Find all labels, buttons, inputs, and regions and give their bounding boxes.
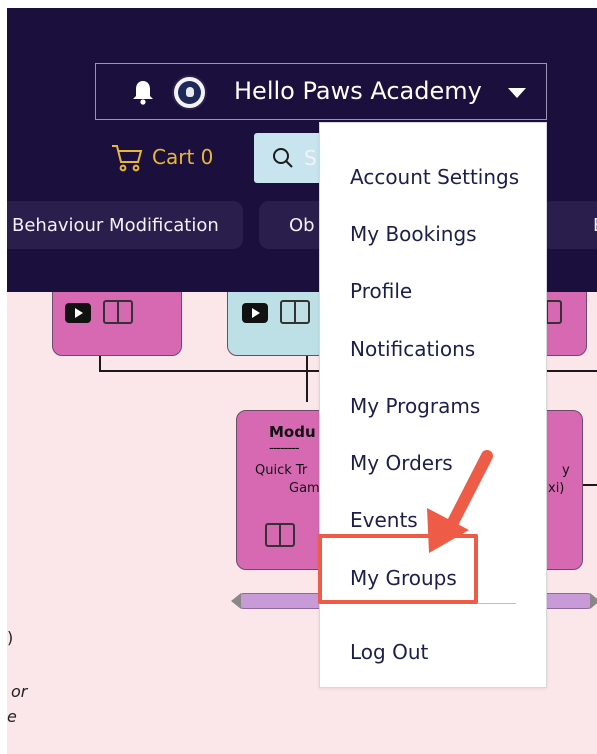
menu-item-log-out[interactable]: Log Out	[350, 640, 428, 664]
module-title: Modu	[269, 423, 316, 441]
search-placeholder: S	[304, 146, 317, 170]
pointer-arrow-icon	[427, 450, 493, 553]
module-text: Quick Tr	[255, 463, 308, 478]
menu-item-profile[interactable]: Profile	[350, 279, 412, 303]
category-tab-behaviour-modification[interactable]: Behaviour Modification	[7, 201, 243, 249]
module-card[interactable]	[52, 292, 182, 356]
module-text: y	[562, 463, 570, 478]
cart-label: Cart 0	[152, 145, 214, 169]
book-icon	[280, 300, 310, 324]
video-icon	[65, 303, 91, 323]
app-frame: Hello Paws Academy Cart 0 S Behaviour Mo…	[7, 8, 597, 754]
side-text: or	[11, 682, 28, 701]
module-text: xi)	[548, 481, 565, 496]
menu-item-notifications[interactable]: Notifications	[350, 337, 475, 361]
category-tab-b[interactable]: B	[541, 201, 597, 249]
account-name: Hello Paws Academy	[234, 77, 482, 105]
module-text: Gam	[289, 481, 320, 496]
side-text: e	[7, 707, 17, 726]
module-divider: --------	[269, 441, 300, 456]
module-card[interactable]	[227, 292, 327, 356]
menu-item-my-programs[interactable]: My Programs	[350, 394, 480, 418]
cart-link[interactable]: Cart 0	[110, 140, 213, 174]
menu-item-my-bookings[interactable]: My Bookings	[350, 222, 477, 246]
category-tab-label: B	[593, 215, 597, 236]
bell-icon[interactable]	[131, 79, 155, 105]
academy-logo	[172, 75, 207, 110]
video-icon	[242, 303, 268, 323]
category-tab-label: Ob	[289, 214, 315, 236]
category-tab-label: Behaviour Modification	[12, 214, 219, 236]
search-icon	[273, 148, 293, 168]
account-menu-button[interactable]: Hello Paws Academy	[95, 63, 547, 120]
cart-icon	[112, 145, 143, 172]
book-icon	[265, 523, 295, 547]
menu-item-account-settings[interactable]: Account Settings	[350, 165, 519, 189]
book-icon	[103, 300, 133, 324]
side-text: )	[7, 628, 14, 647]
chevron-down-icon	[508, 88, 526, 98]
